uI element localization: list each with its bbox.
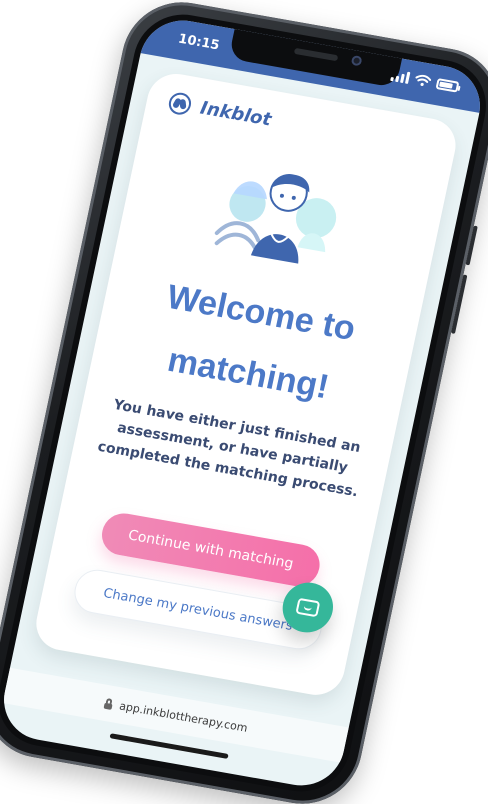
battery-icon — [435, 77, 460, 93]
inkblot-logo-icon — [166, 91, 194, 117]
url-value: app.inkblottherapy.com — [118, 698, 249, 735]
url-text: app.inkblottherapy.com — [102, 696, 249, 735]
brand: Inkblot — [166, 91, 274, 131]
phone: 10:15 Inkblot Welcome to matching! You h… — [0, 0, 488, 804]
brand-name: Inkblot — [198, 97, 274, 131]
speaker — [293, 47, 339, 62]
wifi-icon — [415, 74, 432, 87]
people-illustration-icon — [214, 174, 337, 264]
camera — [350, 54, 363, 67]
phone-screen: 10:15 Inkblot Welcome to matching! You h… — [0, 13, 488, 793]
chat-icon — [295, 597, 321, 618]
content-card: Inkblot Welcome to matching! You have ei… — [31, 69, 461, 700]
signal-icon — [390, 69, 411, 84]
status-icons — [390, 69, 460, 93]
device-mockup: 10:15 Inkblot Welcome to matching! You h… — [0, 0, 488, 804]
lock-icon — [103, 698, 115, 710]
status-time: 10:15 — [176, 31, 221, 54]
